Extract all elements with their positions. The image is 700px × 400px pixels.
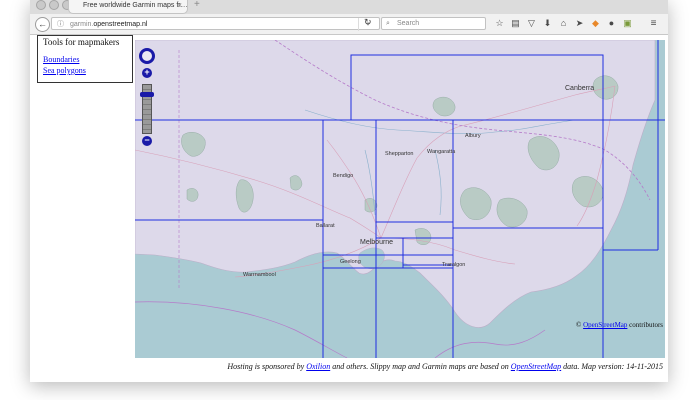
tab-strip: Free worldwide Garmin maps fr… × +: [30, 0, 668, 14]
attribution-osm-link[interactable]: OpenStreetMap: [583, 321, 627, 329]
maritime-boundary-2: [434, 329, 546, 358]
city-melbourne: Melbourne: [360, 239, 393, 246]
chat-icon[interactable]: ●: [606, 18, 617, 29]
map-attribution: © OpenStreetMap contributors: [576, 321, 663, 329]
extension-orange-icon[interactable]: ◆: [590, 18, 601, 29]
city-shepparton: Shepparton: [385, 151, 413, 157]
tab-close-icon[interactable]: ×: [177, 0, 182, 12]
openstreetmap-link[interactable]: OpenStreetMap: [511, 362, 561, 371]
download-icon[interactable]: ⬇: [542, 18, 553, 29]
city-wangaratta: Wangaratta: [427, 149, 456, 155]
send-icon[interactable]: ➤: [574, 18, 585, 29]
sea-polygons-link[interactable]: Sea polygons: [43, 66, 86, 75]
attribution-prefix: ©: [576, 321, 582, 329]
zoom-slider-thumb[interactable]: [140, 92, 154, 97]
pan-control-icon[interactable]: [139, 48, 155, 64]
minimize-window-icon[interactable]: [49, 0, 59, 10]
page-info-icon[interactable]: ⓘ: [57, 18, 64, 31]
reading-list-icon[interactable]: ▤: [510, 18, 521, 29]
search-icon: ⌕: [386, 20, 390, 27]
tools-title: Tools for mapmakers: [43, 37, 120, 47]
url-text: garmin.openstreetmap.nl: [70, 18, 147, 31]
oxilion-link[interactable]: Oxilion: [306, 362, 330, 371]
city-canberra: Canberra: [565, 85, 594, 92]
star-icon[interactable]: ☆: [494, 18, 505, 29]
page-footer: Hosting is sponsored by Oxilion and othe…: [227, 362, 663, 371]
tab-title: Free worldwide Garmin maps fr…: [83, 2, 188, 9]
city-geelong: Geelong: [340, 259, 361, 265]
url-host: openstreetmap.nl: [93, 21, 148, 28]
screenshot-icon[interactable]: ▣: [622, 18, 633, 29]
footer-text-3: data. Map version: 14-11-2015: [563, 362, 663, 371]
navigation-toolbar: ← ⓘ garmin.openstreetmap.nl ▾ ↻ ⌕ Search…: [30, 14, 668, 35]
back-button[interactable]: ←: [35, 17, 50, 32]
zoom-out-button[interactable]: −: [142, 136, 152, 146]
city-albury: Albury: [465, 133, 481, 139]
zoom-in-button[interactable]: +: [142, 68, 152, 78]
tools-panel: Tools for mapmakers Boundaries Sea polyg…: [37, 35, 133, 83]
city-traralgon: Traralgon: [442, 262, 465, 268]
map-canvas: Canberra Albury Shepparton Wangaratta Be…: [135, 40, 665, 358]
url-subdomain: garmin.: [70, 21, 94, 28]
zoom-control: + −: [138, 48, 160, 148]
active-tab[interactable]: Free worldwide Garmin maps fr… ×: [68, 0, 188, 14]
attribution-suffix: contributors: [629, 321, 663, 329]
new-tab-icon[interactable]: +: [194, 0, 200, 10]
close-window-icon[interactable]: [36, 0, 46, 10]
pocket-icon[interactable]: ▽: [526, 18, 537, 29]
back-arrow-icon: ←: [38, 19, 47, 29]
search-input[interactable]: ⌕ Search: [381, 17, 486, 30]
boundaries-link[interactable]: Boundaries: [43, 55, 79, 64]
browser-window: Free worldwide Garmin maps fr… × + ← ⓘ g…: [30, 0, 668, 382]
page-content: Tools for mapmakers Boundaries Sea polyg…: [30, 35, 668, 382]
home-icon[interactable]: ⌂: [558, 18, 569, 29]
maritime-boundary: [135, 301, 348, 358]
slippy-map[interactable]: Canberra Albury Shepparton Wangaratta Be…: [135, 40, 665, 358]
footer-text-1: Hosting is sponsored by: [227, 362, 305, 371]
search-placeholder: Search: [397, 20, 420, 27]
url-bar[interactable]: ⓘ garmin.openstreetmap.nl ▾: [51, 17, 380, 31]
city-bendigo: Bendigo: [333, 173, 353, 179]
city-warrnambool: Warrnambool: [243, 272, 276, 278]
city-ballarat: Ballarat: [316, 223, 335, 229]
reload-icon[interactable]: ↻: [364, 17, 372, 28]
menu-icon[interactable]: ≡: [648, 18, 659, 29]
footer-text-2: and others. Slippy map and Garmin maps a…: [332, 362, 509, 371]
